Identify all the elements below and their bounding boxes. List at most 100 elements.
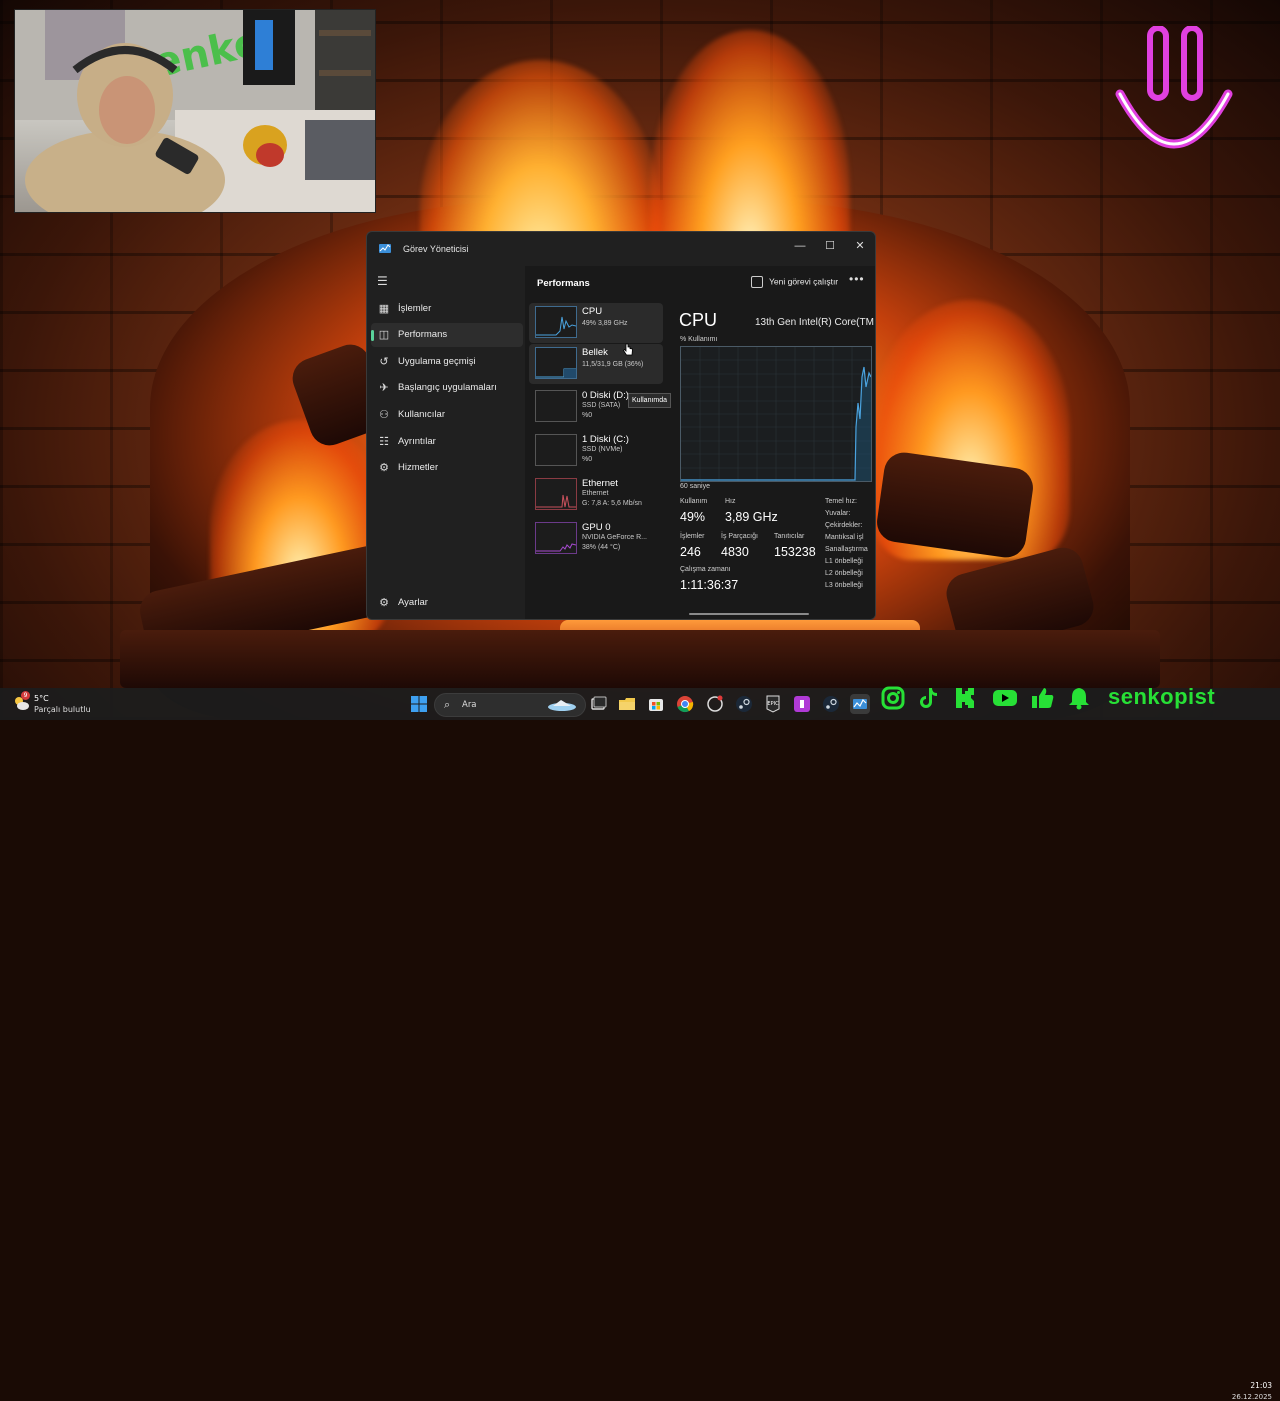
nav-label: Ayarlar: [398, 597, 428, 608]
device-memory[interactable]: Bellek 11,5/31,9 GB (36%): [529, 344, 663, 384]
usage-axis-label: % Kullanımı: [680, 336, 718, 343]
device-name: GPU 0: [582, 522, 611, 533]
youtube-icon: [993, 690, 1017, 706]
settings-gear-icon: ⚙: [379, 597, 389, 609]
kick-icon: [956, 688, 974, 708]
device-name: Bellek: [582, 347, 608, 358]
stat-handles: 153238: [774, 545, 816, 559]
device-name: 0 Diski (D:): [582, 390, 629, 401]
nav-settings[interactable]: ⚙ Ayarlar: [371, 591, 523, 615]
nav-users[interactable]: ⚇ Kullanıcılar: [371, 403, 523, 427]
device-stat: 38% (44 °C): [582, 544, 621, 551]
webcam-feed: Senko: [14, 9, 376, 213]
device-stat: Ethernet: [582, 490, 609, 497]
nav-label: Başlangıç uygulamaları: [398, 382, 497, 393]
nav-services[interactable]: ⚙ Hizmetler: [371, 456, 523, 480]
page-title: Performans: [537, 278, 590, 289]
gpu-thumbnail: [535, 522, 577, 554]
spec-label: Mantıksal işl: [825, 534, 864, 541]
clock-date[interactable]: 26.12.2025: [1222, 1393, 1272, 1401]
stat-usage: 49%: [680, 510, 706, 524]
run-task-label: Yeni görevi çalıştır: [769, 276, 839, 287]
title-bar[interactable]: Görev Yöneticisi — ☐ ✕: [367, 232, 875, 266]
weather-badge: 9: [21, 691, 30, 700]
app-icon[interactable]: [705, 694, 725, 714]
disk1-thumbnail: [535, 434, 577, 466]
bell-icon: [1069, 688, 1089, 710]
like-icon: [1032, 688, 1054, 708]
spec-label: L3 önbelleği: [825, 582, 863, 589]
smiley-logo: [1112, 25, 1236, 158]
windows-start-icon[interactable]: [409, 694, 429, 714]
device-stat: G: 7,8 A: 5,6 Mb/sn: [582, 500, 642, 507]
device-stat: SSD (SATA): [582, 402, 621, 409]
app-icon[interactable]: [792, 694, 812, 714]
startup-icon: ✈: [379, 382, 389, 394]
performance-icon: ◫: [378, 329, 390, 341]
maximize-button[interactable]: ☐: [815, 236, 845, 256]
more-options-icon[interactable]: •••: [849, 272, 865, 286]
device-gpu[interactable]: GPU 0 NVIDIA GeForce R... 38% (44 °C): [529, 519, 663, 559]
spec-label: L2 önbelleği: [825, 570, 863, 577]
history-icon: ↺: [379, 356, 389, 368]
nav-label: Kullanıcılar: [398, 409, 445, 420]
nav-details[interactable]: ☷ Ayrıntılar: [371, 430, 523, 454]
cpu-thumbnail: [535, 306, 577, 338]
task-manager-window: Görev Yöneticisi — ☐ ✕ ☰ ▦ İşlemler ◫ Pe…: [366, 231, 876, 620]
spec-label: L1 önbelleği: [825, 558, 863, 565]
services-icon: ⚙: [379, 462, 389, 474]
device-name: CPU: [582, 306, 603, 317]
clock-time[interactable]: 21:03: [1228, 1381, 1272, 1390]
device-stat: 11,5/31,9 GB (36%): [582, 361, 644, 368]
file-explorer-icon[interactable]: [617, 694, 637, 714]
nav-label: Hizmetler: [398, 462, 439, 473]
cpu-model: 13th Gen Intel(R) Core(TM: [755, 317, 874, 328]
steam-icon[interactable]: [734, 694, 754, 714]
memory-thumbnail: [535, 347, 577, 379]
close-button[interactable]: ✕: [845, 236, 875, 256]
minimize-button[interactable]: —: [785, 236, 815, 256]
menu-icon[interactable]: ☰: [377, 274, 391, 288]
device-stat: NVIDIA GeForce R...: [582, 534, 647, 541]
stat-label: Hız: [725, 498, 736, 505]
instagram-icon: [881, 686, 905, 710]
tooltip: Kullanımda: [628, 393, 672, 408]
horizontal-scrollbar[interactable]: [689, 613, 809, 615]
disk0-thumbnail: [535, 390, 577, 422]
tiktok-icon: [920, 688, 937, 708]
task-view-icon[interactable]: [588, 694, 608, 714]
device-cpu[interactable]: CPU 49% 3,89 GHz: [529, 303, 663, 343]
svg-text:EPIC: EPIC: [767, 701, 779, 707]
nav-processes[interactable]: ▦ İşlemler: [371, 297, 523, 321]
weather-temp: 5°C: [34, 694, 49, 703]
steam-icon[interactable]: [821, 694, 841, 714]
device-stat: %0: [582, 412, 593, 419]
streamer-brand: senkopist: [1108, 684, 1216, 709]
device-stat: SSD (NVMe): [582, 446, 623, 453]
nav-label: Performans: [398, 329, 448, 340]
nav-performance[interactable]: ◫ Performans: [371, 323, 523, 347]
microsoft-store-icon[interactable]: [646, 694, 666, 714]
device-disk-1[interactable]: 1 Diski (C:) SSD (NVMe) %0: [529, 431, 663, 471]
device-ethernet[interactable]: Ethernet Ethernet G: 7,8 A: 5,6 Mb/sn: [529, 475, 663, 515]
spec-label: Temel hız:: [825, 498, 857, 505]
nav-label: Uygulama geçmişi: [398, 356, 476, 367]
chrome-icon[interactable]: [675, 694, 695, 714]
stat-label: Çalışma zamanı: [680, 566, 731, 573]
weather-desc: Parçalı bulutlu: [34, 705, 91, 714]
taskbar-search[interactable]: ⌕ Ara: [434, 693, 586, 717]
task-manager-taskbar-icon[interactable]: [850, 694, 870, 714]
detail-heading: CPU: [679, 310, 718, 330]
device-stat: %0: [582, 456, 593, 463]
device-name: Ethernet: [582, 478, 618, 489]
search-icon: ⌕: [444, 698, 451, 711]
nav-startup-apps[interactable]: ✈ Başlangıç uygulamaları: [371, 376, 523, 400]
nav-app-history[interactable]: ↺ Uygulama geçmişi: [371, 350, 523, 374]
run-new-task-button[interactable]: Yeni görevi çalıştır: [751, 276, 839, 292]
nav-label: Ayrıntılar: [398, 436, 436, 447]
run-task-icon: [751, 276, 763, 288]
epic-games-icon[interactable]: EPIC: [763, 694, 783, 714]
users-icon: ⚇: [379, 409, 389, 421]
spec-label: Çekirdekler:: [825, 522, 863, 529]
stat-speed: 3,89 GHz: [725, 510, 778, 524]
